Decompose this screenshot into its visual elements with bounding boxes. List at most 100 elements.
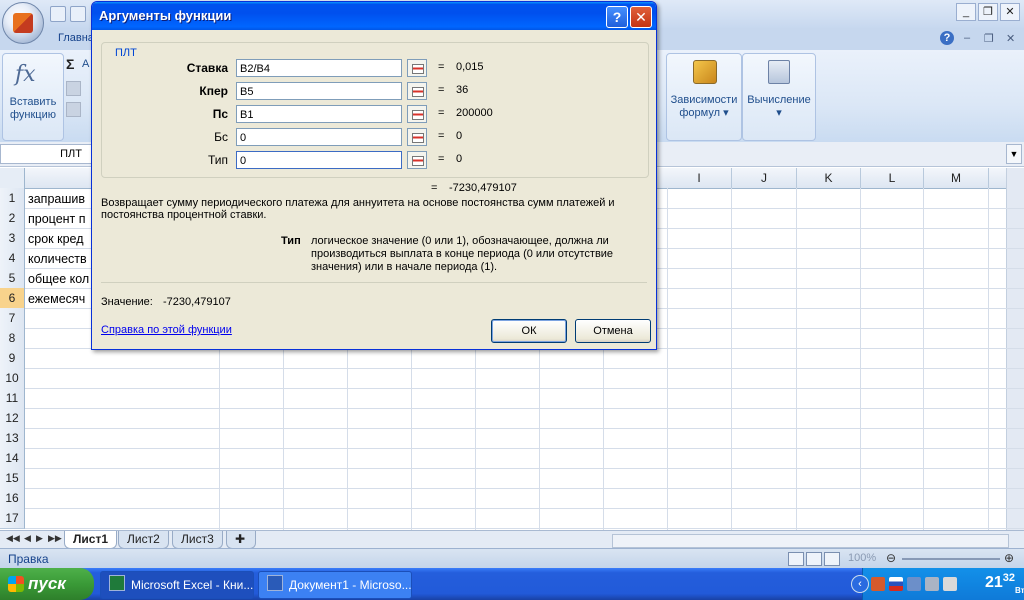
taskbar-item-word[interactable]: Документ1 - Microso...: [258, 571, 412, 599]
arg-input-nper[interactable]: B5: [236, 82, 402, 100]
row-header[interactable]: 11: [0, 388, 25, 409]
tray-app-icon[interactable]: [871, 577, 885, 591]
first-sheet-icon[interactable]: ◀◀: [6, 533, 20, 544]
close-icon[interactable]: ✕: [1000, 3, 1020, 21]
arg-input-type[interactable]: 0: [236, 151, 402, 169]
page-break-view-icon[interactable]: [824, 552, 840, 566]
autosum-label[interactable]: А: [82, 58, 89, 70]
cell-a4[interactable]: количеств: [28, 249, 87, 269]
cell-a3[interactable]: срок кред: [28, 229, 84, 249]
column-header-m[interactable]: M: [924, 168, 989, 188]
ribbon-close-icon[interactable]: ✕: [1006, 32, 1015, 45]
clock-hour: 21: [984, 574, 1003, 591]
normal-view-icon[interactable]: [788, 552, 804, 566]
ribbon-minimize-icon[interactable]: –: [964, 32, 970, 44]
recent-icon[interactable]: [66, 81, 81, 96]
formula-bar-expand-icon[interactable]: ▼: [1006, 144, 1022, 164]
next-sheet-icon[interactable]: ▶: [36, 533, 43, 544]
column-header-l[interactable]: L: [861, 168, 924, 188]
function-help-link[interactable]: Справка по этой функции: [101, 324, 232, 336]
column-header-k[interactable]: K: [797, 168, 861, 188]
tab-home[interactable]: Главна: [58, 32, 94, 44]
dialog-title-bar[interactable]: Аргументы функции ? ✕: [92, 2, 656, 30]
arg-eq: =: [438, 130, 445, 142]
start-button[interactable]: пуск: [0, 568, 94, 600]
horizontal-scrollbar[interactable]: [612, 534, 1009, 548]
clock[interactable]: 2132 Вт: [984, 572, 1024, 595]
dialog-close-button[interactable]: ✕: [630, 6, 652, 28]
calculation-button[interactable]: Вычисление ▾: [742, 53, 816, 141]
ok-button[interactable]: ОК: [491, 319, 567, 343]
restore-icon[interactable]: ❐: [978, 3, 998, 21]
zoom-out-icon[interactable]: ⊖: [886, 551, 896, 565]
page-layout-view-icon[interactable]: [806, 552, 822, 566]
collapse-dialog-icon[interactable]: [407, 105, 427, 123]
insert-sheet-icon[interactable]: ✚: [226, 531, 256, 549]
window-controls: _ ❐ ✕: [954, 3, 1020, 21]
cell-a1[interactable]: запрашив: [28, 189, 85, 209]
arg-input-rate[interactable]: B2/B4: [236, 59, 402, 77]
row-header[interactable]: 4: [0, 248, 25, 269]
row-header[interactable]: 3: [0, 228, 25, 249]
formula-auditing-button[interactable]: Зависимости формул ▾: [666, 53, 742, 141]
value-result: -7230,479107: [163, 296, 231, 308]
row-header[interactable]: 7: [0, 308, 25, 329]
column-header-i[interactable]: I: [667, 168, 732, 188]
zoom-in-icon[interactable]: ⊕: [1004, 551, 1014, 565]
row-header[interactable]: 1: [0, 188, 25, 209]
calculation-dropdown-icon: ▾: [776, 107, 782, 119]
row-header[interactable]: 2: [0, 208, 25, 229]
collapse-dialog-icon[interactable]: [407, 128, 427, 146]
row-header[interactable]: 10: [0, 368, 25, 389]
financial-icon[interactable]: [66, 102, 81, 117]
arg-label-pv: Пс: [212, 107, 228, 121]
zoom-level[interactable]: 100%: [848, 552, 876, 564]
sheet-tab-3[interactable]: Лист3: [172, 531, 223, 549]
row-header[interactable]: 13: [0, 428, 25, 449]
prev-sheet-icon[interactable]: ◀: [24, 533, 31, 544]
row-header[interactable]: 9: [0, 348, 25, 369]
select-all-corner[interactable]: [0, 168, 25, 188]
monitor-icon[interactable]: [943, 577, 957, 591]
network-icon[interactable]: [907, 577, 921, 591]
autosum-icon[interactable]: Σ: [66, 56, 74, 72]
sheet-tab-1[interactable]: Лист1: [64, 531, 118, 549]
last-sheet-icon[interactable]: ▶▶: [48, 533, 62, 544]
row-header[interactable]: 15: [0, 468, 25, 489]
dialog-help-button[interactable]: ?: [606, 6, 628, 28]
zoom-slider[interactable]: [902, 558, 1000, 560]
row-header[interactable]: 17: [0, 508, 25, 529]
arg-input-pv[interactable]: B1: [236, 105, 402, 123]
tray-expand-icon[interactable]: ‹: [851, 575, 869, 593]
cell-a5[interactable]: общее кол: [28, 269, 89, 289]
help-icon[interactable]: ?: [940, 31, 954, 45]
vertical-scrollbar[interactable]: [1006, 168, 1024, 530]
cancel-button[interactable]: Отмена: [575, 319, 651, 343]
row-header[interactable]: 5: [0, 268, 25, 289]
volume-icon[interactable]: [925, 577, 939, 591]
taskbar-item-excel[interactable]: Microsoft Excel - Кни...: [100, 571, 254, 599]
arg-input-fv[interactable]: 0: [236, 128, 402, 146]
ribbon-restore-icon[interactable]: ❐: [984, 32, 994, 45]
row-header[interactable]: 8: [0, 328, 25, 349]
row-header[interactable]: 12: [0, 408, 25, 429]
language-flag-icon[interactable]: [889, 577, 903, 591]
collapse-dialog-icon[interactable]: [407, 82, 427, 100]
gridline: [988, 188, 989, 530]
status-mode: Правка: [8, 552, 49, 566]
sheet-tab-2[interactable]: Лист2: [118, 531, 169, 549]
collapse-dialog-icon[interactable]: [407, 59, 427, 77]
cell-a2[interactable]: процент п: [28, 209, 86, 229]
office-button[interactable]: [2, 2, 44, 44]
row-header[interactable]: 16: [0, 488, 25, 509]
insert-function-button[interactable]: fx Вставить функцию: [2, 53, 64, 141]
row-header[interactable]: 14: [0, 448, 25, 469]
collapse-dialog-icon[interactable]: [407, 151, 427, 169]
column-header-j[interactable]: J: [732, 168, 797, 188]
minimize-icon[interactable]: _: [956, 3, 976, 21]
save-icon[interactable]: [50, 6, 66, 22]
row-header[interactable]: 6: [0, 288, 25, 309]
undo-icon[interactable]: [70, 6, 86, 22]
arg-eq: =: [438, 107, 445, 119]
cell-a6[interactable]: ежемесяч: [28, 289, 85, 309]
